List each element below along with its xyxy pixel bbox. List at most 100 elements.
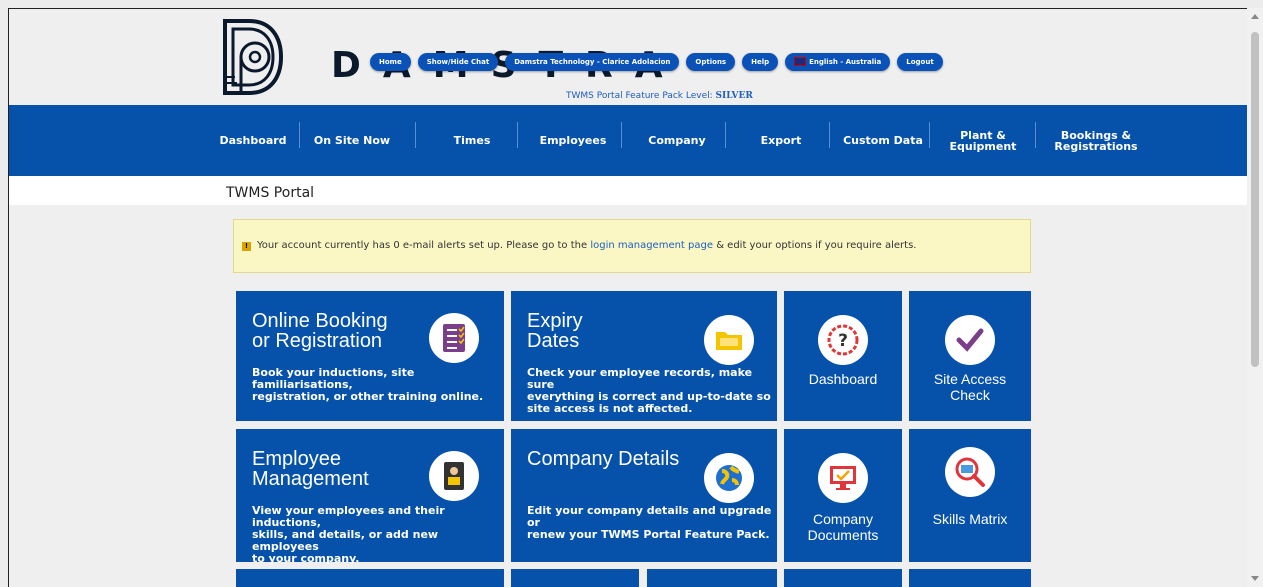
tile-company-details-title: Company Details <box>527 448 680 470</box>
nav-times[interactable]: Times <box>427 105 517 176</box>
nav-bookings-line1: Bookings & <box>1060 128 1132 142</box>
tile-dashboard[interactable]: ? Dashboard <box>784 291 902 421</box>
nav-divider <box>415 122 416 148</box>
tile-desc-line: Check your employee records, make sure <box>527 366 753 391</box>
tile-row3-item[interactable] <box>784 569 902 587</box>
folder-icon <box>704 315 754 365</box>
alert-message: Your account currently has 0 e-mail aler… <box>257 240 916 251</box>
tile-desc-line: renew your TWMS Portal Feature Pack. <box>527 528 770 541</box>
header-button-bar: Home Show/Hide Chat Damstra Technology -… <box>370 53 950 71</box>
tile-desc-line: skills, and details, or add new employee… <box>252 528 439 553</box>
tile-expiry-dates[interactable]: Expiry Dates Check your employee records… <box>511 291 777 421</box>
tile-skills-matrix-label: Skills Matrix <box>932 511 1008 527</box>
tile-title-line: Employee <box>252 448 341 470</box>
monitor-check-icon <box>818 453 868 503</box>
tile-online-booking-desc: Book your inductions, site familiarisati… <box>252 367 504 403</box>
tile-desc-line: Edit your company details and upgrade or <box>527 504 772 529</box>
help-circle-icon: ? <box>818 315 868 365</box>
id-badge-icon <box>429 451 479 501</box>
feature-pack-value: SILVER <box>715 91 753 101</box>
tile-label-line: Documents <box>807 527 879 543</box>
tile-online-booking[interactable]: Online Booking or Registration Book your… <box>236 291 504 421</box>
tile-desc-line: Book your inductions, site familiarisati… <box>252 366 415 391</box>
nav-divider <box>517 122 518 148</box>
main-nav: Dashboard On Site Now Times Employees Co… <box>9 105 1253 176</box>
australia-flag-icon <box>794 56 807 66</box>
nav-divider <box>621 122 622 148</box>
nav-company[interactable]: Company <box>629 105 725 176</box>
language-label: English - Australia <box>809 58 882 66</box>
tile-row3-item[interactable] <box>236 569 504 587</box>
page-title: TWMS Portal <box>226 185 315 201</box>
tile-row3-item[interactable] <box>909 569 1031 587</box>
nav-plant-line2: Equipment <box>949 139 1017 153</box>
tile-skills-matrix[interactable]: Skills Matrix <box>909 429 1031 562</box>
nav-plant-line1: Plant & <box>960 128 1006 142</box>
tile-company-details-desc: Edit your company details and upgrade or… <box>527 505 777 541</box>
tile-label-line: Site Access <box>933 371 1007 387</box>
nav-dashboard[interactable]: Dashboard <box>215 105 291 176</box>
nav-bookings-registrations[interactable]: Bookings & Registrations <box>1041 105 1151 176</box>
nav-employees[interactable]: Employees <box>525 105 621 176</box>
header: DAMSTRA Home Show/Hide Chat Damstra Tech… <box>9 9 1253 105</box>
vertical-scrollbar[interactable] <box>1247 8 1263 587</box>
alert-text-after: & edit your options if you require alert… <box>713 240 917 251</box>
scroll-down-arrow-icon[interactable] <box>1251 576 1259 581</box>
show-hide-chat-button[interactable]: Show/Hide Chat <box>417 53 499 71</box>
nav-divider <box>929 122 930 148</box>
svg-text:?: ? <box>838 331 848 351</box>
tile-site-access-label: Site Access Check <box>909 371 1031 403</box>
tile-label-line: Company <box>813 511 873 527</box>
tile-employee-desc: View your employees and their inductions… <box>252 505 504 565</box>
nav-bookings-line2: Registrations <box>1054 139 1138 153</box>
tile-desc-line: site access is not affected. <box>527 402 693 415</box>
tile-title-line: Online Booking <box>252 310 388 332</box>
tile-title-line: or Registration <box>252 330 383 352</box>
tile-company-documents[interactable]: Company Documents <box>784 429 902 562</box>
email-alert-banner: ! Your account currently has 0 e-mail al… <box>233 219 1031 273</box>
tile-site-access-check[interactable]: Site Access Check <box>909 291 1031 421</box>
nav-divider <box>725 122 726 148</box>
tile-online-booking-title: Online Booking or Registration <box>252 311 388 351</box>
tile-label-line: Check <box>950 387 990 403</box>
tile-company-details[interactable]: Company Details Edit your company detail… <box>511 429 777 562</box>
nav-export[interactable]: Export <box>733 105 829 176</box>
magnifier-id-icon <box>945 447 995 497</box>
tile-desc-line: registration, or other training online. <box>252 390 484 403</box>
nav-divider <box>829 122 830 148</box>
tile-employee-management[interactable]: Employee Management View your employees … <box>236 429 504 565</box>
feature-pack-prefix: TWMS Portal Feature Pack Level: <box>566 91 716 101</box>
alert-text-before: Your account currently has 0 e-mail aler… <box>257 240 591 251</box>
tile-title-line: Management <box>252 468 369 490</box>
language-button[interactable]: English - Australia <box>785 53 891 71</box>
browser-frame: DAMSTRA Home Show/Hide Chat Damstra Tech… <box>8 8 1254 587</box>
nav-divider <box>299 122 300 148</box>
nav-divider <box>1035 122 1036 148</box>
user-account-button[interactable]: Damstra Technology - Clarice Adolacion <box>505 53 680 71</box>
globe-icon <box>704 453 754 503</box>
tile-dashboard-label: Dashboard <box>808 371 878 387</box>
checkmark-icon <box>945 315 995 365</box>
scroll-up-arrow-icon[interactable] <box>1251 14 1259 19</box>
tile-title-line: Expiry <box>527 310 583 332</box>
nav-plant-equipment[interactable]: Plant & Equipment <box>935 105 1031 176</box>
tile-row3-item[interactable] <box>647 569 777 587</box>
tile-title-line: Dates <box>527 330 580 352</box>
feature-pack-level: TWMS Portal Feature Pack Level: SILVER <box>566 91 753 101</box>
tile-company-documents-label: Company Documents <box>784 511 902 543</box>
tile-row3-item[interactable] <box>511 569 639 587</box>
login-management-link[interactable]: login management page <box>590 240 713 251</box>
scrollbar-thumb[interactable] <box>1251 32 1259 367</box>
logout-button[interactable]: Logout <box>897 53 943 71</box>
warning-icon: ! <box>242 242 251 251</box>
home-button[interactable]: Home <box>370 53 411 71</box>
tile-employee-title: Employee Management <box>252 449 369 489</box>
help-button[interactable]: Help <box>742 53 779 71</box>
tile-desc-line: to your company. <box>252 552 360 565</box>
tile-expiry-title: Expiry Dates <box>527 311 583 351</box>
options-button[interactable]: Options <box>686 53 736 71</box>
nav-on-site-now[interactable]: On Site Now <box>307 105 397 176</box>
nav-custom-data[interactable]: Custom Data <box>837 105 929 176</box>
portal-title-bar: TWMS Portal <box>9 176 1253 205</box>
damstra-logo-icon <box>223 19 284 95</box>
